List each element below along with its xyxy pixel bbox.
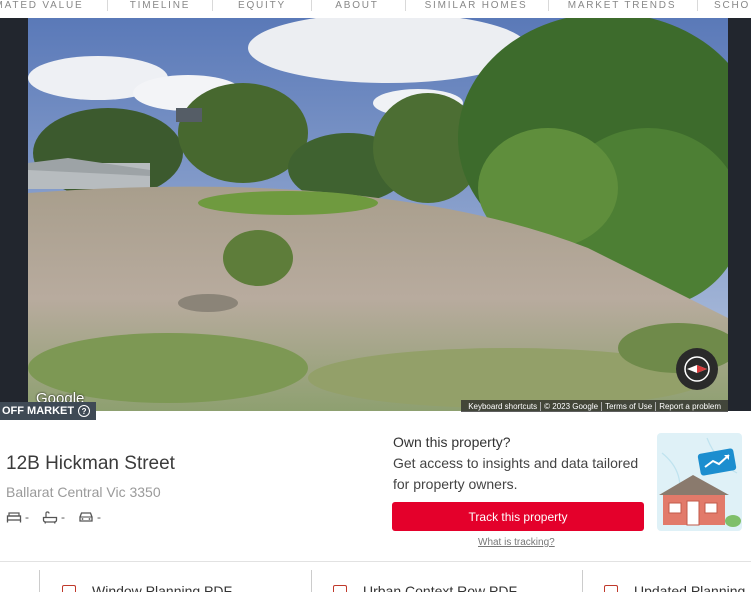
copyright-text: © 2023 Google xyxy=(544,401,599,411)
own-property-description: Get access to insights and data tailored… xyxy=(393,455,639,492)
bedrooms-value: - xyxy=(25,510,29,524)
terms-of-use-link[interactable]: Terms of Use xyxy=(602,402,655,411)
keyboard-shortcuts-link[interactable]: Keyboard shortcuts xyxy=(465,402,540,411)
nav-similar-homes[interactable]: SIMILAR HOMES xyxy=(406,0,546,16)
property-address: 12B Hickman Street xyxy=(6,453,175,474)
car-spaces-value: - xyxy=(97,510,101,524)
car-spaces-attribute: - xyxy=(78,510,101,524)
document-divider xyxy=(582,570,583,592)
nav-divider xyxy=(311,0,312,11)
pdf-icon xyxy=(62,585,76,592)
document-link[interactable]: Window Planning PDF xyxy=(62,583,232,592)
bedrooms-attribute: - xyxy=(6,510,29,524)
help-icon[interactable]: ? xyxy=(78,405,91,417)
section-divider xyxy=(0,561,751,562)
street-view-toggle-button[interactable] xyxy=(676,348,718,390)
report-problem-link[interactable]: Report a problem xyxy=(656,402,724,411)
nav-divider xyxy=(212,0,213,11)
document-divider xyxy=(311,570,312,592)
off-market-badge: OFF MARKET ? xyxy=(0,402,97,420)
nav-timeline[interactable]: TIMELINE xyxy=(110,0,210,16)
bathrooms-value: - xyxy=(61,510,65,524)
street-view-image[interactable] xyxy=(28,18,728,411)
car-icon xyxy=(79,512,93,522)
nav-divider xyxy=(697,0,698,11)
section-nav: MATED VALUE TIMELINE EQUITY ABOUT SIMILA… xyxy=(0,0,751,18)
street-view-icon xyxy=(684,356,710,382)
document-link[interactable]: Updated Planning xyxy=(604,583,745,592)
nav-estimated-value[interactable]: MATED VALUE xyxy=(0,0,84,16)
nav-market-trends[interactable]: MARKET TRENDS xyxy=(550,0,694,16)
nav-equity[interactable]: EQUITY xyxy=(214,0,310,16)
document-link[interactable]: Urban Context Row PDF xyxy=(333,583,517,592)
house-tracking-illustration xyxy=(657,433,742,531)
bath-icon xyxy=(42,510,58,524)
own-property-heading: Own this property? xyxy=(393,434,511,450)
what-is-tracking-link[interactable]: What is tracking? xyxy=(478,537,555,548)
document-title: Urban Context Row PDF xyxy=(363,583,518,592)
bed-icon xyxy=(6,512,22,523)
document-divider xyxy=(39,570,40,592)
property-suburb: Ballarat Central Vic 3350 xyxy=(6,484,161,500)
document-title: Updated Planning xyxy=(634,583,746,592)
nav-divider xyxy=(548,0,549,11)
track-property-button[interactable]: Track this property xyxy=(392,502,644,531)
document-title: Window Planning PDF xyxy=(92,583,233,592)
pdf-icon xyxy=(604,585,618,592)
nav-about[interactable]: ABOUT xyxy=(313,0,401,16)
pdf-icon xyxy=(333,585,347,592)
nav-divider xyxy=(107,0,108,11)
bathrooms-attribute: - xyxy=(42,510,65,524)
map-attribution: Keyboard shortcuts © 2023 Google Terms o… xyxy=(461,400,728,412)
status-label: OFF MARKET xyxy=(2,405,75,417)
nav-schools[interactable]: SCHO xyxy=(714,0,751,16)
